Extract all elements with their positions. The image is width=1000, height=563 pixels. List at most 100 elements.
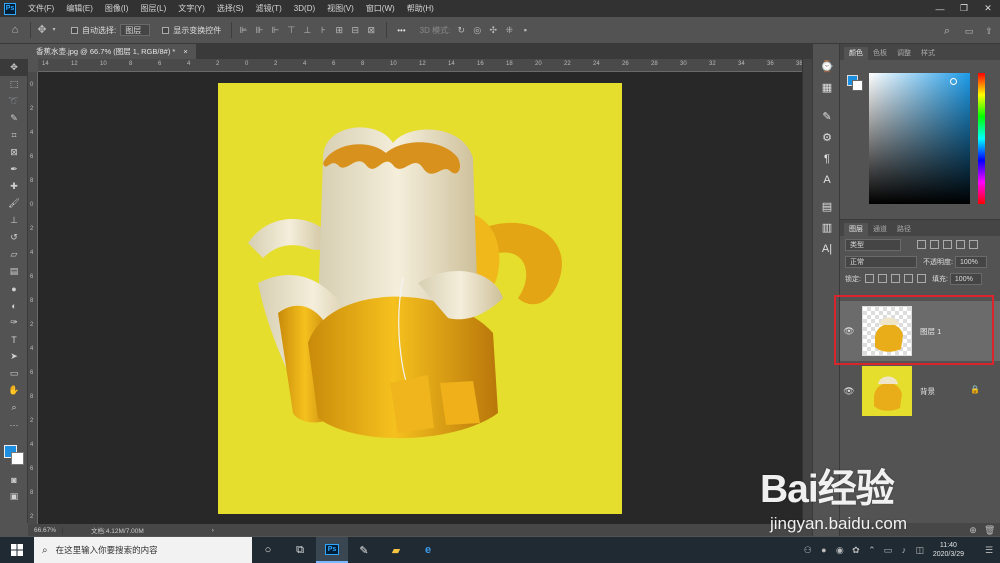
filter-pixel-icon[interactable] [917,240,926,249]
blend-mode-dropdown[interactable]: 正常 [845,255,917,268]
quick-select-tool-icon[interactable]: ✎ [0,110,28,127]
zoom-tool-icon[interactable]: ⌕ [0,399,28,416]
marquee-tool-icon[interactable]: ⬚ [0,76,28,93]
3d-rotate-icon[interactable]: ↻ [456,25,466,35]
align-middle-icon[interactable]: ⊥ [302,25,312,35]
canvas-area[interactable] [38,72,802,524]
align-left-icon[interactable]: ⊫ [238,25,248,35]
glyphs-panel-icon[interactable]: A [813,169,841,190]
filter-shape-icon[interactable] [956,240,965,249]
photoshop-taskbar-icon[interactable]: Ps [316,537,348,563]
edge-browser-icon[interactable]: e [412,537,444,563]
tray-app2-icon[interactable]: ✿ [851,545,861,555]
background-color[interactable] [11,452,24,465]
opacity-input[interactable]: 100% [954,255,987,268]
close-tab-icon[interactable]: × [183,47,187,56]
tab-layers[interactable]: 图层 [844,223,868,236]
people-icon[interactable]: ⚇ [803,545,813,555]
clock[interactable]: 11:40 2020/3/29 [933,541,964,559]
history-panel-icon[interactable]: ⌚ [813,56,841,77]
menu-filter[interactable]: 滤镜(T) [250,3,288,14]
search-icon[interactable]: ⌕ [942,25,952,36]
tab-color[interactable]: 颜色 [844,47,868,60]
zoom-level[interactable]: 66.67% [28,526,64,534]
chevron-down-icon[interactable]: ▾ [49,25,59,35]
layer-row-background[interactable]: 👁 背景 🔒 [840,361,1000,421]
menu-type[interactable]: 文字(Y) [172,3,211,14]
more-tools-icon[interactable]: ··· [0,416,28,433]
layer-filter-dropdown[interactable]: 类型 [845,238,901,251]
visibility-eye-icon[interactable]: 👁 [840,386,858,397]
filter-type-icon[interactable] [943,240,952,249]
3d-roll-icon[interactable]: ◎ [472,25,482,35]
brush-tool-icon[interactable]: 🖌 [0,195,28,212]
status-arrow-icon[interactable]: › [212,527,214,534]
auto-select-dropdown[interactable]: 图层 [120,24,151,36]
lock-pixels-icon[interactable] [877,274,887,283]
tab-styles[interactable]: 样式 [916,47,940,60]
type-tool-icon[interactable]: T [0,331,28,348]
align-right-icon[interactable]: ⊩ [270,25,280,35]
show-transform-checkbox[interactable] [162,26,170,34]
auto-select-checkbox[interactable] [71,26,78,34]
distribute-vertical-icon[interactable]: ⊠ [366,25,376,35]
history-brush-icon[interactable]: ↺ [0,229,28,246]
notes-panel-icon[interactable]: ▥ [813,217,841,238]
eyedropper-tool-icon[interactable]: ✒ [0,161,28,178]
menu-window[interactable]: 窗口(W) [360,3,401,14]
adjust-panel-icon[interactable]: ⚙ [813,127,841,148]
3d-slide-icon[interactable]: ⁜ [504,25,514,35]
rectangle-tool-icon[interactable]: ▭ [0,365,28,382]
fill-input[interactable]: 100% [949,272,982,285]
background-layer-name[interactable]: 背景 [920,386,935,397]
show-transform-option[interactable]: 显示变换控件 [162,25,221,36]
menu-layer[interactable]: 图层(L) [134,3,172,14]
libraries-panel-icon[interactable]: ▤ [813,196,841,217]
path-select-icon[interactable]: ➤ [0,348,28,365]
menu-file[interactable]: 文件(F) [22,3,60,14]
delete-layer-icon[interactable]: 🗑 [984,525,995,535]
screen-mode-icon[interactable]: ▣ [0,488,28,505]
pen-tool-icon[interactable]: ✑ [0,314,28,331]
lock-artboard-icon[interactable] [903,274,913,283]
hand-tool-icon[interactable]: ✋ [0,382,28,399]
restore-button[interactable]: ❐ [952,0,976,17]
eraser-tool-icon[interactable]: ▱ [0,246,28,263]
network-icon[interactable]: ◫ [915,545,925,555]
cortana-icon[interactable]: ○ [252,537,284,563]
blur-tool-icon[interactable]: ● [0,280,28,297]
color-picker-ring[interactable] [950,78,957,85]
align-center-icon[interactable]: ⊪ [254,25,264,35]
filter-smart-icon[interactable] [969,240,978,249]
more-options-button[interactable]: ••• [397,26,405,35]
panel-background-color[interactable] [852,80,863,91]
lasso-tool-icon[interactable]: ➰ [0,93,28,110]
menu-help[interactable]: 帮助(H) [401,3,440,14]
lock-transparent-icon[interactable] [864,274,874,283]
hue-slider[interactable] [978,73,985,204]
taskbar-search[interactable]: ⌕ 在这里输入你要搜索的内容 [34,537,252,563]
tab-channels[interactable]: 通道 [868,223,892,236]
brush-panel-icon[interactable]: ✎ [813,106,841,127]
minimize-button[interactable]: — [928,0,952,17]
move-tool-icon[interactable]: ✥ [37,25,47,36]
align-bottom-icon[interactable]: ⊦ [318,25,328,35]
clone-stamp-icon[interactable]: ⊥ [0,212,28,229]
home-icon[interactable]: ⌂ [10,25,20,36]
character-panel-icon[interactable]: A| [813,238,841,259]
frame-tool-icon[interactable]: ⊠ [0,144,28,161]
task-view-icon[interactable]: ⧉ [284,537,316,563]
quick-mask-icon[interactable]: ◙ [0,471,28,488]
dodge-tool-icon[interactable]: ◐ [0,297,28,314]
workspace-icon[interactable]: ▭ [964,26,974,36]
tab-adjustments[interactable]: 调整 [892,47,916,60]
3d-pan-icon[interactable]: ✣ [488,25,498,35]
tray-app-icon[interactable]: ◉ [835,545,845,555]
crop-tool-icon[interactable]: ⌗ [0,127,28,144]
qq-icon[interactable]: ● [819,545,829,555]
tab-swatches[interactable]: 色板 [868,47,892,60]
menu-view[interactable]: 视图(V) [321,3,360,14]
start-button[interactable] [0,537,34,563]
tab-paths[interactable]: 路径 [892,223,916,236]
lock-all-icon[interactable] [916,274,926,283]
